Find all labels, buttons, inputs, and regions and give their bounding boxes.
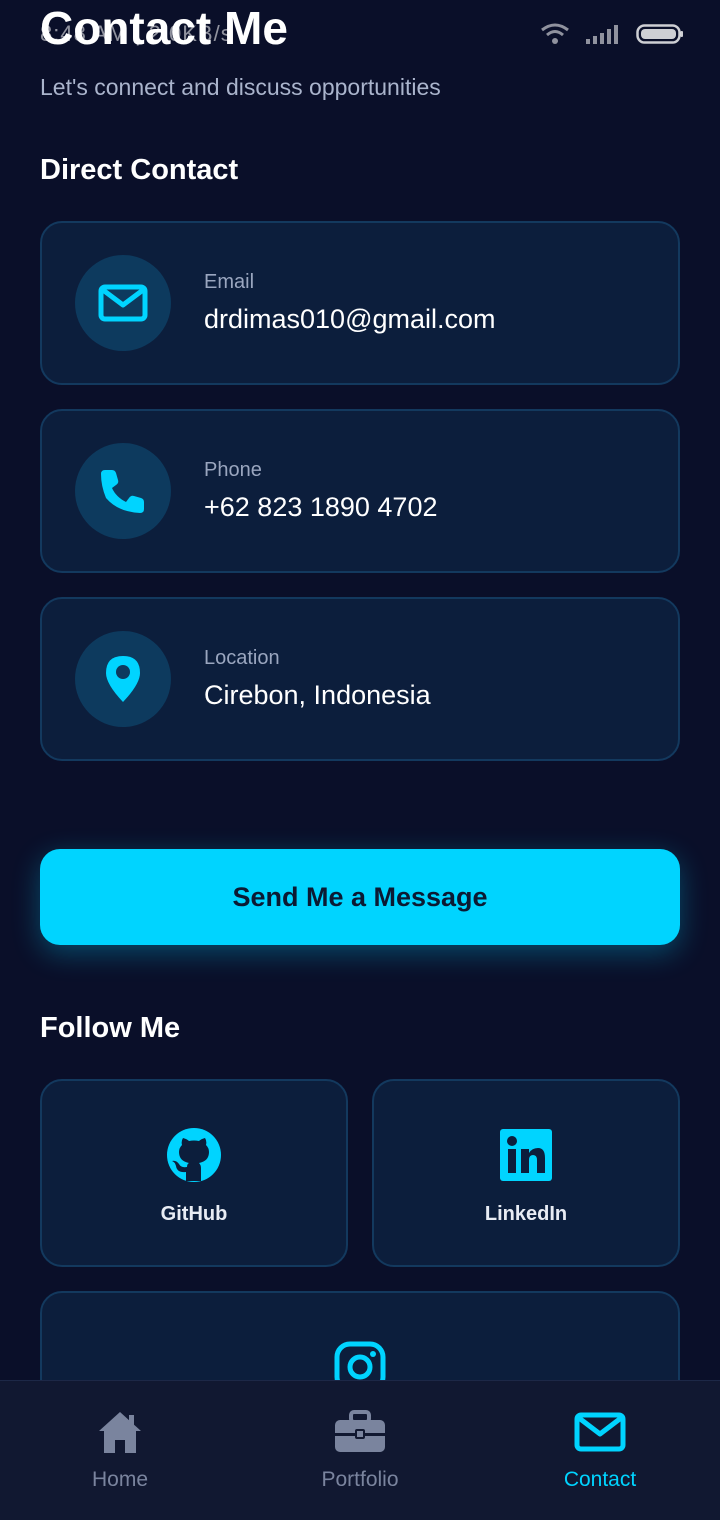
home-icon-wrap: [96, 1408, 144, 1456]
bottom-nav: Home Portfolio Contact: [0, 1380, 720, 1520]
phone-card[interactable]: Phone +62 823 1890 4702: [40, 409, 680, 573]
linkedin-card[interactable]: LinkedIn: [372, 1079, 680, 1267]
email-card[interactable]: Email drdimas010@gmail.com: [40, 221, 680, 385]
map-pin-icon: [106, 656, 140, 702]
direct-contact-heading: Direct Contact: [40, 154, 239, 186]
wifi-icon: [541, 23, 569, 44]
nav-portfolio[interactable]: Portfolio: [240, 1381, 480, 1520]
status-icons: [540, 23, 684, 45]
send-message-button[interactable]: Send Me a Message: [40, 849, 680, 945]
location-icon-circle: [75, 631, 171, 727]
nav-home[interactable]: Home: [0, 1381, 240, 1520]
nav-portfolio-label: Portfolio: [321, 1468, 399, 1491]
nav-home-label: Home: [91, 1468, 149, 1491]
contact-screen: 8:48 AM | 2.0KB/s Contact Me Let's conne…: [0, 0, 720, 1520]
page-subtitle: Let's connect and discuss opportunities: [40, 74, 441, 100]
contact-nav-icon-wrap: [574, 1408, 626, 1456]
linkedin-icon-wrap: [500, 1125, 552, 1185]
envelope-icon: [574, 1412, 626, 1452]
github-icon: [167, 1128, 221, 1182]
github-label: GitHub: [160, 1203, 228, 1225]
home-icon: [99, 1412, 141, 1453]
email-value: drdimas010@gmail.com: [204, 304, 496, 334]
envelope-icon: [98, 284, 148, 322]
email-card-text: Email drdimas010@gmail.com: [204, 271, 496, 335]
phone-card-text: Phone +62 823 1890 4702: [204, 459, 437, 523]
email-icon-circle: [75, 255, 171, 351]
battery-icon: [636, 24, 683, 44]
email-label: Email: [204, 271, 255, 293]
follow-me-heading: Follow Me: [40, 1012, 181, 1044]
linkedin-icon: [500, 1129, 552, 1181]
briefcase-icon-wrap: [334, 1408, 386, 1456]
phone-label: Phone: [204, 459, 262, 481]
linkedin-label: LinkedIn: [484, 1203, 568, 1225]
phone-icon-circle: [75, 443, 171, 539]
github-card[interactable]: GitHub: [40, 1079, 348, 1267]
location-card[interactable]: Location Cirebon, Indonesia: [40, 597, 680, 761]
nav-contact[interactable]: Contact: [480, 1381, 720, 1520]
github-icon-wrap: [166, 1125, 222, 1185]
signal-icon: [586, 25, 618, 44]
phone-icon: [101, 470, 144, 513]
nav-contact-label: Contact: [563, 1468, 637, 1491]
location-label: Location: [204, 647, 280, 669]
page-title: Contact Me: [40, 2, 288, 54]
briefcase-icon: [335, 1410, 385, 1452]
phone-value: +62 823 1890 4702: [204, 492, 438, 522]
location-card-text: Location Cirebon, Indonesia: [204, 647, 431, 711]
location-value: Cirebon, Indonesia: [204, 680, 431, 710]
